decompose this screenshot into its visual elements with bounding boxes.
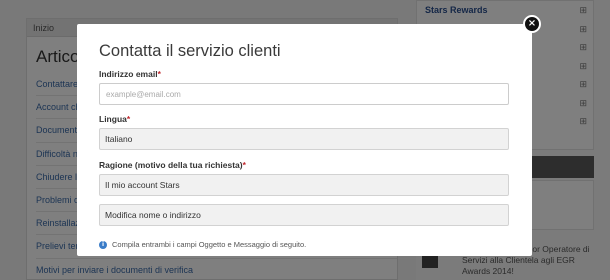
subreason-field-group: Modifica nome o indirizzo	[99, 204, 510, 226]
required-marker: *	[242, 160, 246, 170]
language-select[interactable]: Italiano	[99, 128, 509, 150]
reason-field-group: Ragione (motivo della tua richiesta)* Il…	[99, 160, 510, 196]
required-marker: *	[157, 69, 161, 79]
close-icon: ×	[527, 18, 537, 29]
email-label: Indirizzo email*	[99, 69, 161, 79]
contact-modal: Contatta il servizio clienti Indirizzo e…	[77, 24, 532, 256]
language-field-group: Lingua* Italiano	[99, 114, 510, 150]
form-hint: i Compila entrambi i campi Oggetto e Mes…	[99, 240, 510, 249]
info-icon: i	[99, 240, 107, 249]
email-field-group: Indirizzo email*	[99, 69, 510, 105]
hint-text: Compila entrambi i campi Oggetto e Messa…	[112, 240, 307, 249]
email-field[interactable]	[99, 83, 509, 105]
modal-title: Contatta il servizio clienti	[99, 42, 281, 60]
subreason-select[interactable]: Modifica nome o indirizzo	[99, 204, 509, 226]
close-button[interactable]: ×	[523, 15, 541, 33]
required-marker: *	[126, 114, 131, 124]
language-label: Lingua*	[99, 114, 131, 124]
reason-label: Ragione (motivo della tua richiesta)*	[99, 160, 246, 170]
reason-select[interactable]: Il mio account Stars	[99, 174, 509, 196]
